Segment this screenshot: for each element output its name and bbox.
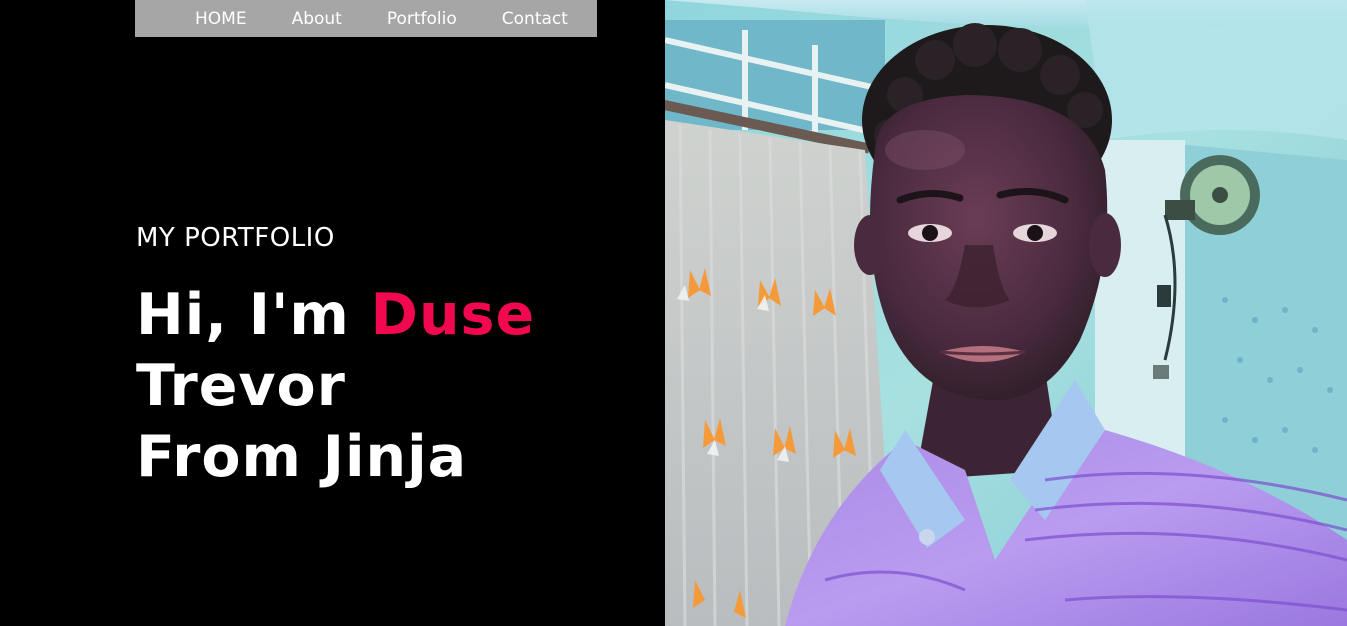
nav-contact-link[interactable]: Contact bbox=[502, 4, 568, 34]
name-highlight: Duse bbox=[370, 282, 536, 348]
portrait-photo bbox=[665, 0, 1347, 626]
top-navigation: HOME About Portfolio Contact bbox=[135, 0, 597, 37]
headline-line-1: Hi, I'm Duse bbox=[136, 280, 535, 351]
nav-portfolio-link[interactable]: Portfolio bbox=[387, 4, 457, 34]
portfolio-page: HOME About Portfolio Contact MY PORTFOLI… bbox=[0, 0, 1347, 626]
greeting-text: Hi, I'm bbox=[136, 282, 371, 348]
headline-line-2: Trevor bbox=[136, 353, 346, 419]
headline-line-3: From Jinja bbox=[136, 424, 468, 490]
hero-subtitle: MY PORTFOLIO bbox=[136, 223, 335, 253]
nav-about-link[interactable]: About bbox=[292, 4, 342, 34]
nav-home-link[interactable]: HOME bbox=[195, 4, 247, 34]
hero-headline: Hi, I'm Duse Trevor From Jinja bbox=[136, 280, 535, 493]
